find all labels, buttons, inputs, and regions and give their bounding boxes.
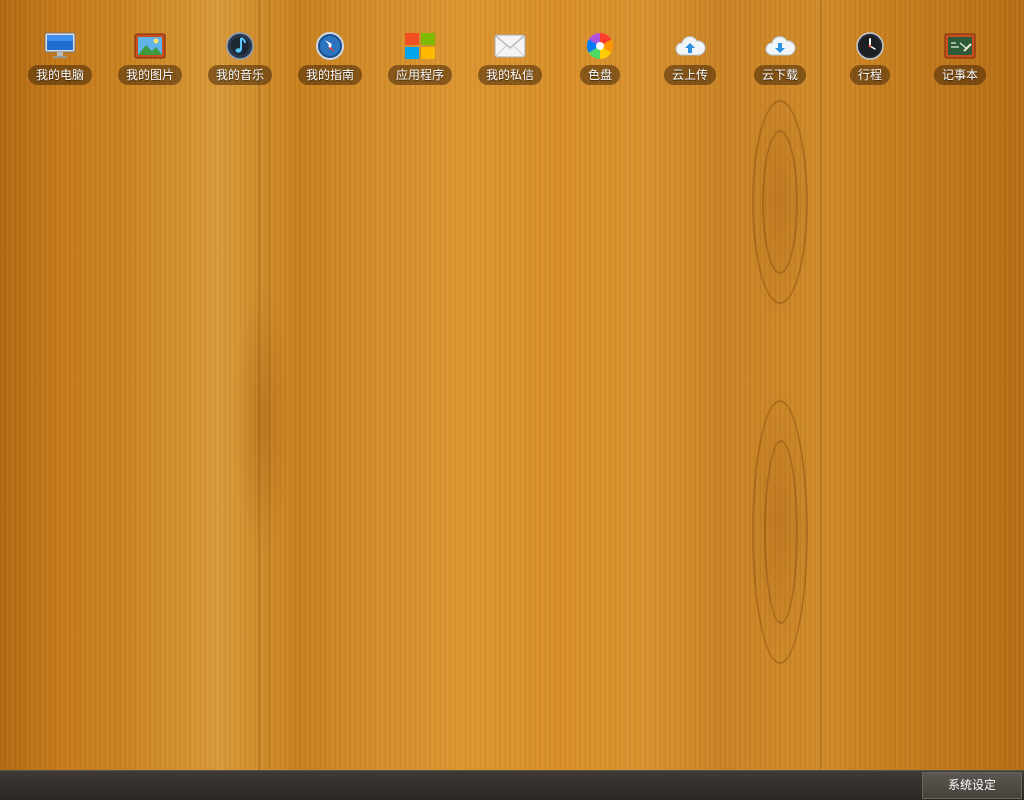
icon-label: 应用程序 bbox=[387, 65, 452, 85]
wood-grain bbox=[258, 0, 260, 770]
desktop-icon-my-music[interactable]: 我的音乐 bbox=[195, 30, 285, 85]
desktop-icon-applications[interactable]: 应用程序 bbox=[375, 30, 465, 85]
color-wheel-icon bbox=[584, 30, 616, 62]
desktop-icon-color-wheel[interactable]: 色盘 bbox=[555, 30, 645, 85]
notepad-icon bbox=[944, 30, 976, 62]
icon-label: 云下载 bbox=[753, 65, 806, 85]
mail-icon bbox=[494, 30, 526, 62]
icon-label: 我的图片 bbox=[117, 65, 182, 85]
pictures-icon bbox=[134, 30, 166, 62]
desktop-icon-my-pictures[interactable]: 我的图片 bbox=[105, 30, 195, 85]
music-icon bbox=[224, 30, 256, 62]
icon-label: 云上传 bbox=[663, 65, 716, 85]
clock-icon bbox=[854, 30, 886, 62]
icon-label: 我的电脑 bbox=[27, 65, 92, 85]
desktop-icon-my-computer[interactable]: 我的电脑 bbox=[15, 30, 105, 85]
icon-label: 记事本 bbox=[933, 65, 986, 85]
desktop-icon-notepad[interactable]: 记事本 bbox=[915, 30, 1005, 85]
wood-knot bbox=[762, 130, 798, 274]
icon-label: 我的私信 bbox=[477, 65, 542, 85]
desktop-icon-grid: 我的电脑 我的图片 我的音乐 我的指南 应用程序 我的私信 色盘 云上传 云下载… bbox=[15, 30, 1005, 85]
taskbar: 系统设定 bbox=[0, 770, 1024, 800]
icon-label: 色盘 bbox=[579, 65, 620, 85]
desktop-background: 我的电脑 我的图片 我的音乐 我的指南 应用程序 我的私信 色盘 云上传 云下载… bbox=[0, 0, 1024, 770]
computer-icon bbox=[44, 30, 76, 62]
cloud-upload-icon bbox=[674, 30, 706, 62]
icon-label: 我的音乐 bbox=[207, 65, 272, 85]
wood-knot bbox=[764, 440, 798, 624]
apps-icon bbox=[404, 30, 436, 62]
desktop-icon-schedule[interactable]: 行程 bbox=[825, 30, 915, 85]
desktop-icon-cloud-upload[interactable]: 云上传 bbox=[645, 30, 735, 85]
system-settings-button[interactable]: 系统设定 bbox=[922, 772, 1022, 799]
wood-grain bbox=[820, 0, 822, 770]
cloud-download-icon bbox=[764, 30, 796, 62]
wood-grain bbox=[268, 0, 270, 770]
desktop-icon-cloud-download[interactable]: 云下载 bbox=[735, 30, 825, 85]
icon-label: 我的指南 bbox=[297, 65, 362, 85]
desktop-icon-my-messages[interactable]: 我的私信 bbox=[465, 30, 555, 85]
desktop-icon-my-guide[interactable]: 我的指南 bbox=[285, 30, 375, 85]
icon-label: 行程 bbox=[849, 65, 890, 85]
compass-icon bbox=[314, 30, 346, 62]
